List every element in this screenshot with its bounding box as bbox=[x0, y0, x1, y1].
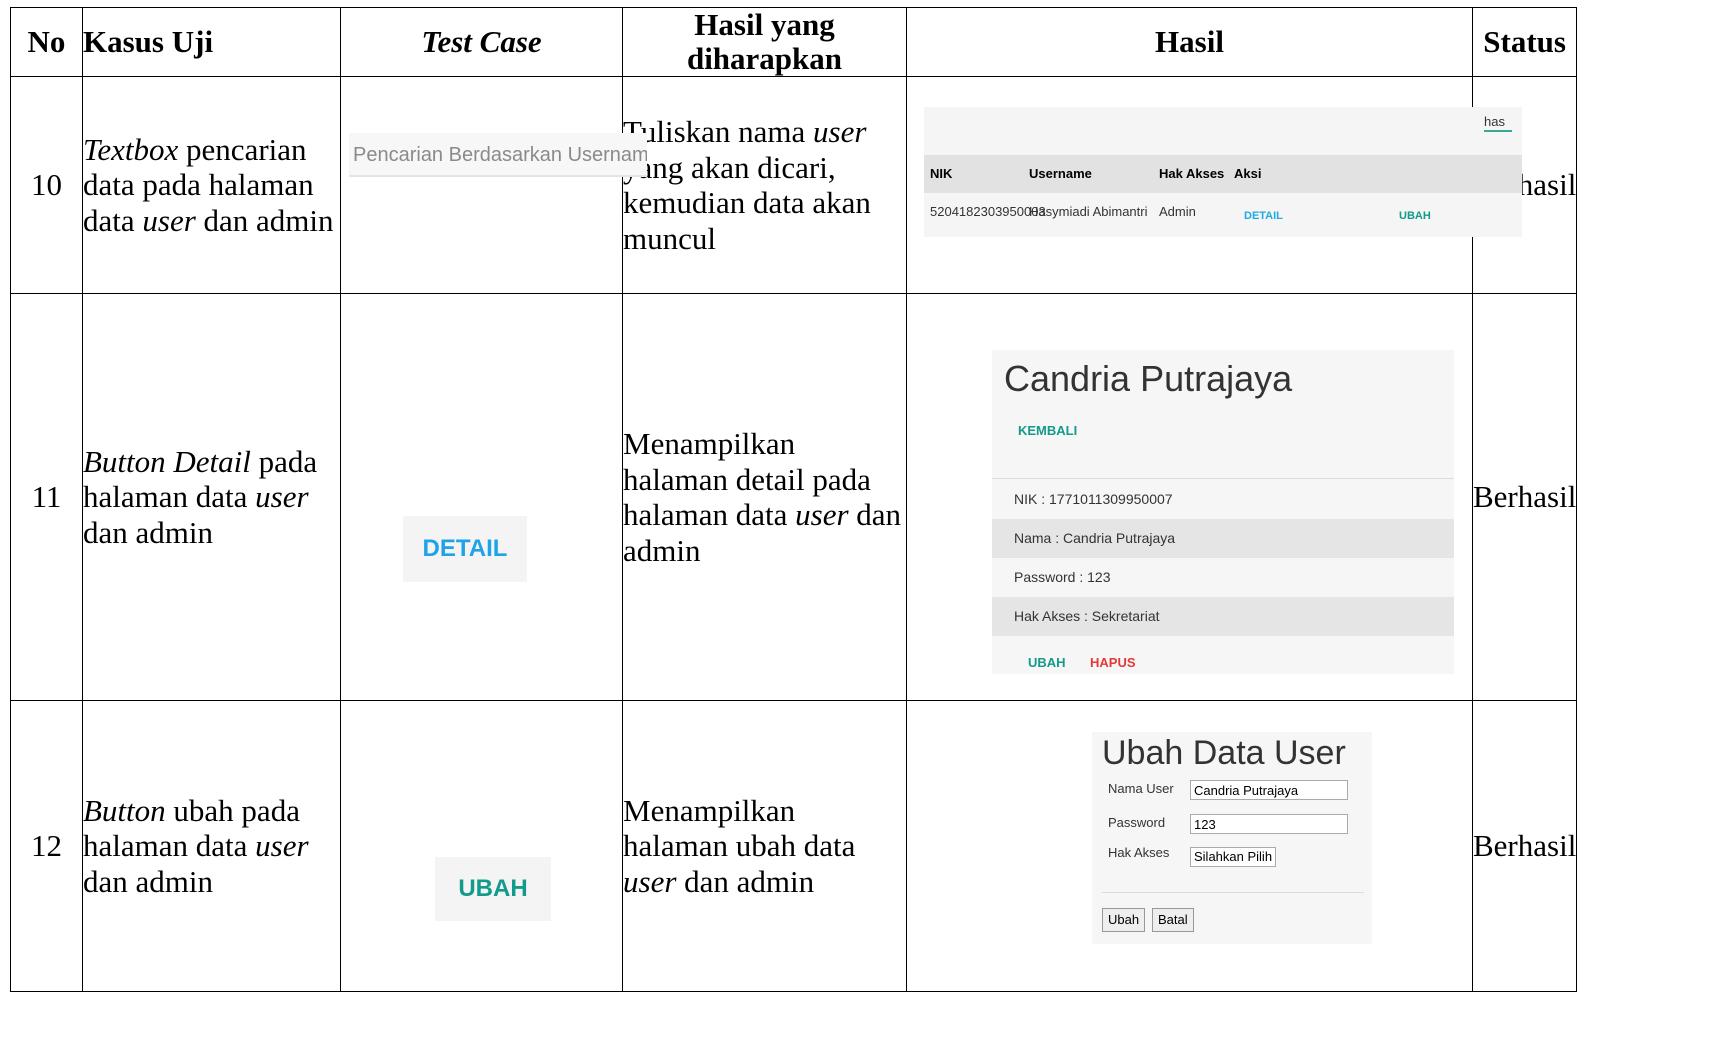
edit-user-screenshot: Ubah Data User Nama User Candria Putraja… bbox=[1092, 732, 1372, 945]
exp-text2: dan admin bbox=[676, 864, 815, 899]
row-number: 12 bbox=[10, 700, 83, 993]
header-status: Status bbox=[1471, 6, 1578, 78]
case-em1: Button Detail bbox=[83, 443, 251, 479]
mini-cell-username: Hasymiadi Abimantri bbox=[1029, 204, 1148, 220]
expected-result: Tuliskan nama user yang akan dicari, kem… bbox=[622, 76, 907, 295]
case-em1: Button bbox=[83, 792, 166, 828]
expected-result: Menampilkan halaman detail pada halaman … bbox=[622, 293, 907, 702]
kembali-link: KEMBALI bbox=[1018, 423, 1078, 439]
mini-col-aksi: Aksi bbox=[1234, 166, 1262, 182]
detail-nik: NIK : 1771011309950007 bbox=[1014, 491, 1173, 508]
detail-nama: Nama : Candria Putrajaya bbox=[992, 519, 1454, 559]
test-case-cell: DETAIL bbox=[340, 293, 623, 702]
user-table-screenshot: has NIK Username Hak Akses Aksi 52041823… bbox=[924, 107, 1522, 238]
mini-table-header: NIK Username Hak Akses Aksi bbox=[924, 155, 1522, 194]
mini-detail-link: DETAIL bbox=[1244, 210, 1283, 223]
exp-text1: Tuliskan nama bbox=[623, 113, 814, 149]
divider bbox=[1102, 892, 1364, 894]
header-no: No bbox=[10, 6, 83, 78]
label-hak-akses: Hak Akses bbox=[1108, 845, 1170, 861]
edit-title: Ubah Data User bbox=[1102, 734, 1346, 773]
result-screenshot-cell: Candria Putrajaya KEMBALI NIK : 17710113… bbox=[906, 293, 1473, 702]
header-test-case: Test Case bbox=[340, 6, 623, 78]
exp-em: user bbox=[813, 113, 867, 149]
case-text2: dan admin bbox=[195, 203, 334, 238]
case-em2: user bbox=[255, 828, 309, 864]
mini-table-row: 5204182303950003 Hasymiadi Abimantri Adm… bbox=[924, 193, 1522, 231]
status-cell: Berhasil bbox=[1471, 700, 1578, 993]
case-em1: Textbox bbox=[83, 131, 179, 167]
case-description: Textbox pencarian data pada halaman data… bbox=[82, 76, 341, 295]
exp-text1: Menampilkan halaman ubah data bbox=[623, 792, 856, 864]
mini-col-username: Username bbox=[1029, 166, 1092, 182]
mini-col-hak-akses: Hak Akses bbox=[1159, 166, 1225, 182]
divider bbox=[992, 478, 1454, 480]
case-text2: dan admin bbox=[83, 515, 213, 550]
row-number: 10 bbox=[10, 76, 83, 295]
exp-em: user bbox=[623, 864, 677, 899]
detail-title: Candria Putrajaya bbox=[1004, 358, 1293, 400]
field-nama-user: Candria Putrajaya bbox=[1190, 780, 1348, 801]
detail-hapus-link: HAPUS bbox=[1090, 655, 1136, 671]
case-text2: dan admin bbox=[83, 864, 213, 899]
search-input-screenshot: Pencarian Berdasarkan Username bbox=[349, 133, 647, 178]
table-row: 11 Button Detail pada halaman data user … bbox=[10, 293, 1578, 702]
case-em2: user bbox=[255, 479, 309, 515]
case-em2: user bbox=[142, 203, 196, 238]
select-hak-akses: Silahkan Pilih bbox=[1190, 847, 1277, 868]
test-case-cell: UBAH bbox=[340, 700, 623, 993]
case-description: Button ubah pada halaman data user dan a… bbox=[82, 700, 341, 993]
mini-cell-hak-akses: Admin bbox=[1159, 204, 1196, 220]
mini-search-input: has bbox=[1484, 114, 1512, 133]
user-detail-screenshot: Candria Putrajaya KEMBALI NIK : 17710113… bbox=[992, 350, 1454, 675]
detail-button-screenshot: DETAIL bbox=[403, 516, 527, 583]
btn-ubah: Ubah bbox=[1102, 908, 1146, 933]
btn-batal: Batal bbox=[1152, 908, 1194, 933]
detail-hak-akses: Hak Akses : Sekretariat bbox=[992, 597, 1454, 637]
detail-password: Password : 123 bbox=[1014, 569, 1111, 586]
status-cell: Berhasil bbox=[1471, 293, 1578, 702]
case-description: Button Detail pada halaman data user dan… bbox=[82, 293, 341, 702]
table-row: 12 Button ubah pada halaman data user da… bbox=[10, 700, 1578, 993]
header-kasus-uji: Kasus Uji bbox=[82, 6, 341, 78]
ubah-button-screenshot: UBAH bbox=[435, 857, 551, 922]
header-row: No Kasus Uji Test Case Hasil yang dihara… bbox=[10, 6, 1578, 78]
row-number: 11 bbox=[10, 293, 83, 702]
table-row: 10 Textbox pencarian data pada halaman d… bbox=[10, 76, 1578, 295]
label-password: Password bbox=[1108, 815, 1166, 831]
header-expected: Hasil yang diharapkan bbox=[622, 6, 907, 78]
header-expected-line2: diharapkan bbox=[686, 41, 843, 77]
exp-em: user bbox=[795, 497, 849, 533]
result-screenshot-cell: has NIK Username Hak Akses Aksi 52041823… bbox=[906, 76, 1522, 295]
test-case-table: No Kasus Uji Test Case Hasil yang dihara… bbox=[10, 6, 1578, 993]
exp-text2: yang akan dicari, kemudian data akan mun… bbox=[623, 149, 871, 256]
label-nama-user: Nama User bbox=[1108, 781, 1174, 797]
header-expected-line1: Hasil yang bbox=[694, 7, 835, 42]
result-screenshot-cell: Ubah Data User Nama User Candria Putraja… bbox=[906, 700, 1473, 993]
header-hasil: Hasil bbox=[906, 6, 1473, 78]
mini-ubah-link: UBAH bbox=[1399, 210, 1431, 223]
field-password: 123 bbox=[1190, 814, 1348, 835]
test-case-cell: Pencarian Berdasarkan Username bbox=[340, 76, 647, 295]
expected-result: Menampilkan halaman ubah data user dan a… bbox=[622, 700, 907, 993]
detail-ubah-link: UBAH bbox=[1028, 655, 1066, 671]
mini-col-nik: NIK bbox=[930, 166, 953, 182]
